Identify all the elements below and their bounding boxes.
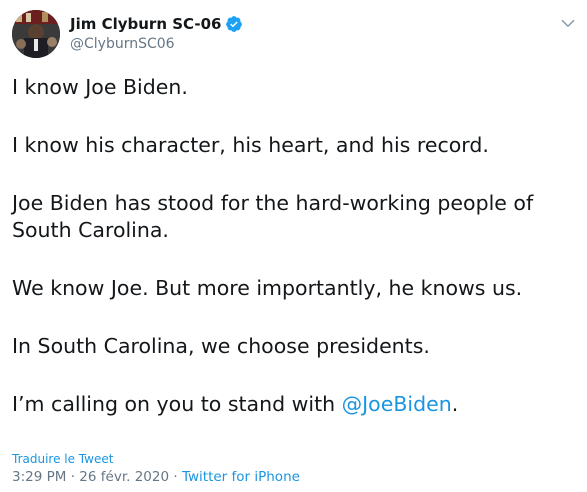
tweet-line: I know his character, his heart, and his… (12, 133, 489, 157)
mention-link[interactable]: @JoeBiden (342, 392, 452, 416)
author-names: Jim Clyburn SC-06 @ClyburnSC06 (70, 14, 243, 52)
tweet-line: I know Joe Biden. (12, 75, 188, 99)
tweet-line: I’m calling on you to stand with @JoeBid… (12, 391, 572, 418)
tweet-date[interactable]: 26 févr. 2020 (79, 469, 169, 485)
display-name[interactable]: Jim Clyburn SC-06 (70, 15, 221, 33)
tweet-source-link[interactable]: Twitter for iPhone (182, 469, 300, 485)
verified-badge-icon (225, 15, 243, 33)
tweet-line: Joe Biden has stood for the hard-working… (12, 191, 534, 242)
tweet-line: In South Carolina, we choose presidents. (12, 334, 430, 358)
tweet-metadata: 3:29 PM · 26 févr. 2020 · Twitter for iP… (12, 469, 300, 485)
author-handle[interactable]: @ClyburnSC06 (70, 36, 243, 52)
chevron-down-icon[interactable] (559, 14, 577, 32)
tweet-line-text: I’m calling on you to stand with (12, 392, 342, 416)
tweet-header: Jim Clyburn SC-06 @ClyburnSC06 (8, 8, 579, 60)
tweet-card: Jim Clyburn SC-06 @ClyburnSC06 I know Jo… (0, 0, 587, 492)
meta-separator: · (173, 469, 178, 485)
tweet-text: I know Joe Biden. I know his character, … (12, 74, 572, 449)
translate-tweet-link[interactable]: Traduire le Tweet (12, 452, 113, 466)
tweet-line-end: . (451, 392, 459, 416)
avatar-image (12, 10, 60, 58)
tweet-line: We know Joe. But more importantly, he kn… (12, 276, 523, 300)
tweet-time[interactable]: 3:29 PM (12, 469, 66, 485)
meta-separator: · (70, 469, 75, 485)
avatar[interactable] (12, 10, 60, 58)
